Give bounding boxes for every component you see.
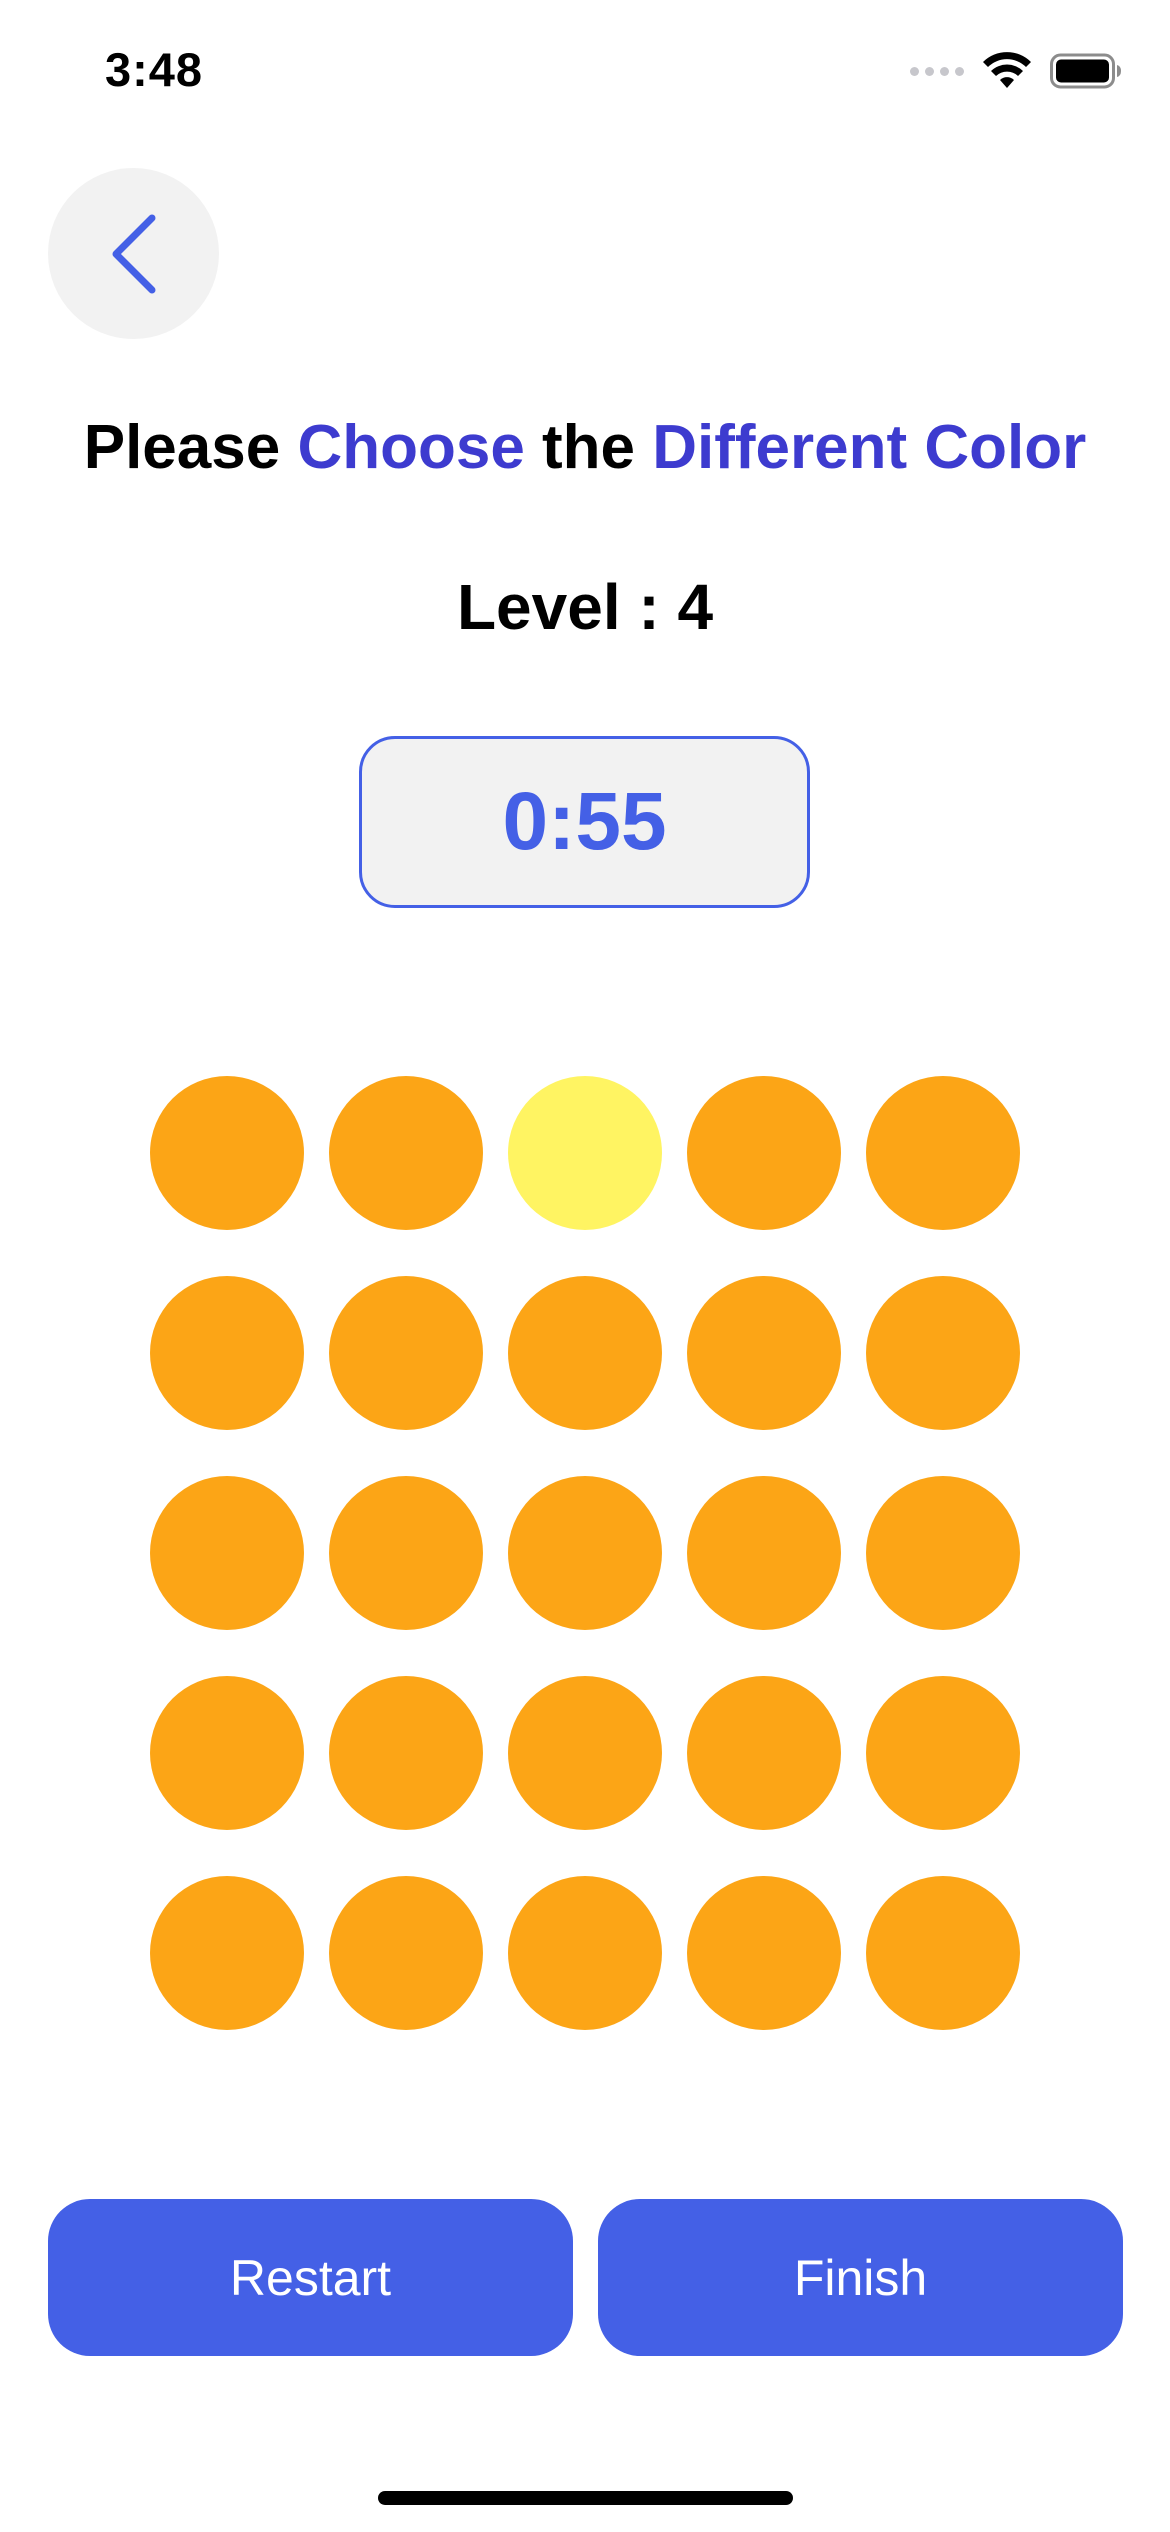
color-circle[interactable]	[150, 1676, 304, 1830]
signal-icon	[910, 66, 964, 76]
wifi-icon	[983, 52, 1031, 88]
color-circle[interactable]	[329, 1276, 483, 1430]
title-accent-different-color: Different Color	[652, 413, 1087, 482]
color-circle[interactable]	[866, 1276, 1020, 1430]
title-text-2: the	[524, 413, 653, 482]
color-circle[interactable]	[508, 1876, 662, 2030]
color-circle[interactable]	[866, 1476, 1020, 1630]
color-circle[interactable]	[687, 1276, 841, 1430]
chevron-left-icon	[112, 214, 155, 293]
color-circle[interactable]	[329, 1876, 483, 2030]
page-title: Please Choose the Different Color	[0, 412, 1170, 483]
color-circle[interactable]	[508, 1676, 662, 1830]
color-grid	[150, 1076, 1020, 2030]
color-circle[interactable]	[866, 1076, 1020, 1230]
color-circle[interactable]	[866, 1876, 1020, 2030]
timer-text: 0:55	[502, 776, 667, 867]
color-circle-odd[interactable]	[508, 1076, 662, 1230]
color-circle[interactable]	[329, 1676, 483, 1830]
color-circle[interactable]	[150, 1076, 304, 1230]
title-text-1: Please	[83, 413, 298, 482]
color-circle[interactable]	[150, 1476, 304, 1630]
battery-icon	[1050, 53, 1121, 89]
timer-box: 0:55	[359, 736, 810, 908]
title-accent-choose: Choose	[297, 413, 525, 482]
color-circle[interactable]	[150, 1276, 304, 1430]
color-circle[interactable]	[329, 1476, 483, 1630]
level-label: Level : 4	[456, 571, 714, 643]
home-indicator	[378, 2491, 793, 2505]
color-circle[interactable]	[687, 1676, 841, 1830]
color-circle[interactable]	[687, 1076, 841, 1230]
color-circle[interactable]	[866, 1676, 1020, 1830]
color-circle[interactable]	[329, 1076, 483, 1230]
status-time: 3:48	[105, 43, 204, 96]
color-circle[interactable]	[687, 1476, 841, 1630]
color-circle[interactable]	[508, 1276, 662, 1430]
status-icons	[910, 52, 1122, 90]
color-circle[interactable]	[687, 1876, 841, 2030]
color-circle[interactable]	[150, 1876, 304, 2030]
finish-button[interactable]: Finish	[598, 2199, 1123, 2356]
color-circle[interactable]	[508, 1476, 662, 1630]
restart-button[interactable]: Restart	[48, 2199, 573, 2356]
back-button[interactable]	[48, 168, 219, 339]
